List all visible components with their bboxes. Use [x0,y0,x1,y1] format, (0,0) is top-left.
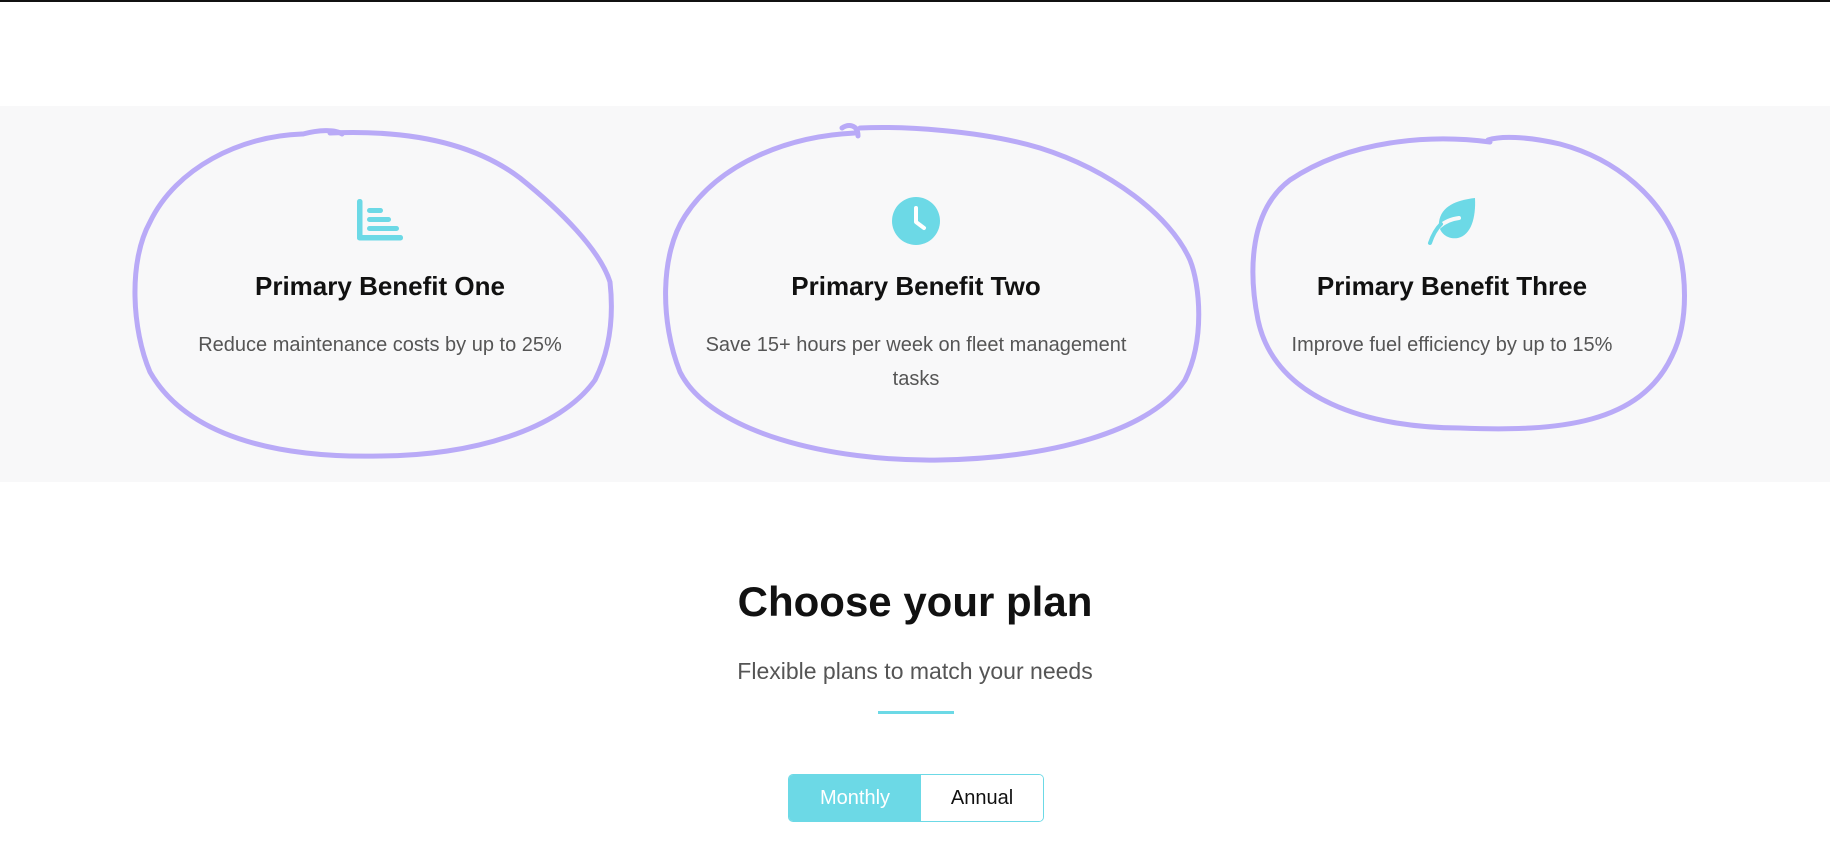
benefit-title: Primary Benefit One [255,271,505,301]
accent-divider [878,711,954,714]
leaf-icon [1427,198,1476,246]
benefit-description: Save 15+ hours per week on fleet managem… [705,334,1127,390]
billing-option-monthly[interactable]: Monthly [789,775,921,821]
bar-chart-icon [357,199,403,241]
benefit-description: Reduce maintenance costs by up to 25% [198,334,562,356]
benefit-card-three: Primary Benefit Three Improve fuel effic… [1217,106,1687,482]
billing-period-toggle: Monthly Annual [788,774,1044,822]
plans-subtitle: Flexible plans to match your needs [737,658,1093,684]
benefit-card-two: Primary Benefit Two Save 15+ hours per w… [681,106,1151,482]
plans-heading: Choose your plan [737,578,1093,625]
benefit-description: Improve fuel efficiency by up to 15% [1291,334,1613,356]
benefits-section: Primary Benefit One Reduce maintenance c… [0,106,1830,482]
benefit-title: Primary Benefit Two [791,271,1041,301]
billing-option-annual[interactable]: Annual [921,775,1043,821]
clock-icon [892,197,940,245]
top-border [0,0,1830,2]
benefit-title: Primary Benefit Three [1316,271,1588,301]
benefit-card-one: Primary Benefit One Reduce maintenance c… [145,106,615,482]
